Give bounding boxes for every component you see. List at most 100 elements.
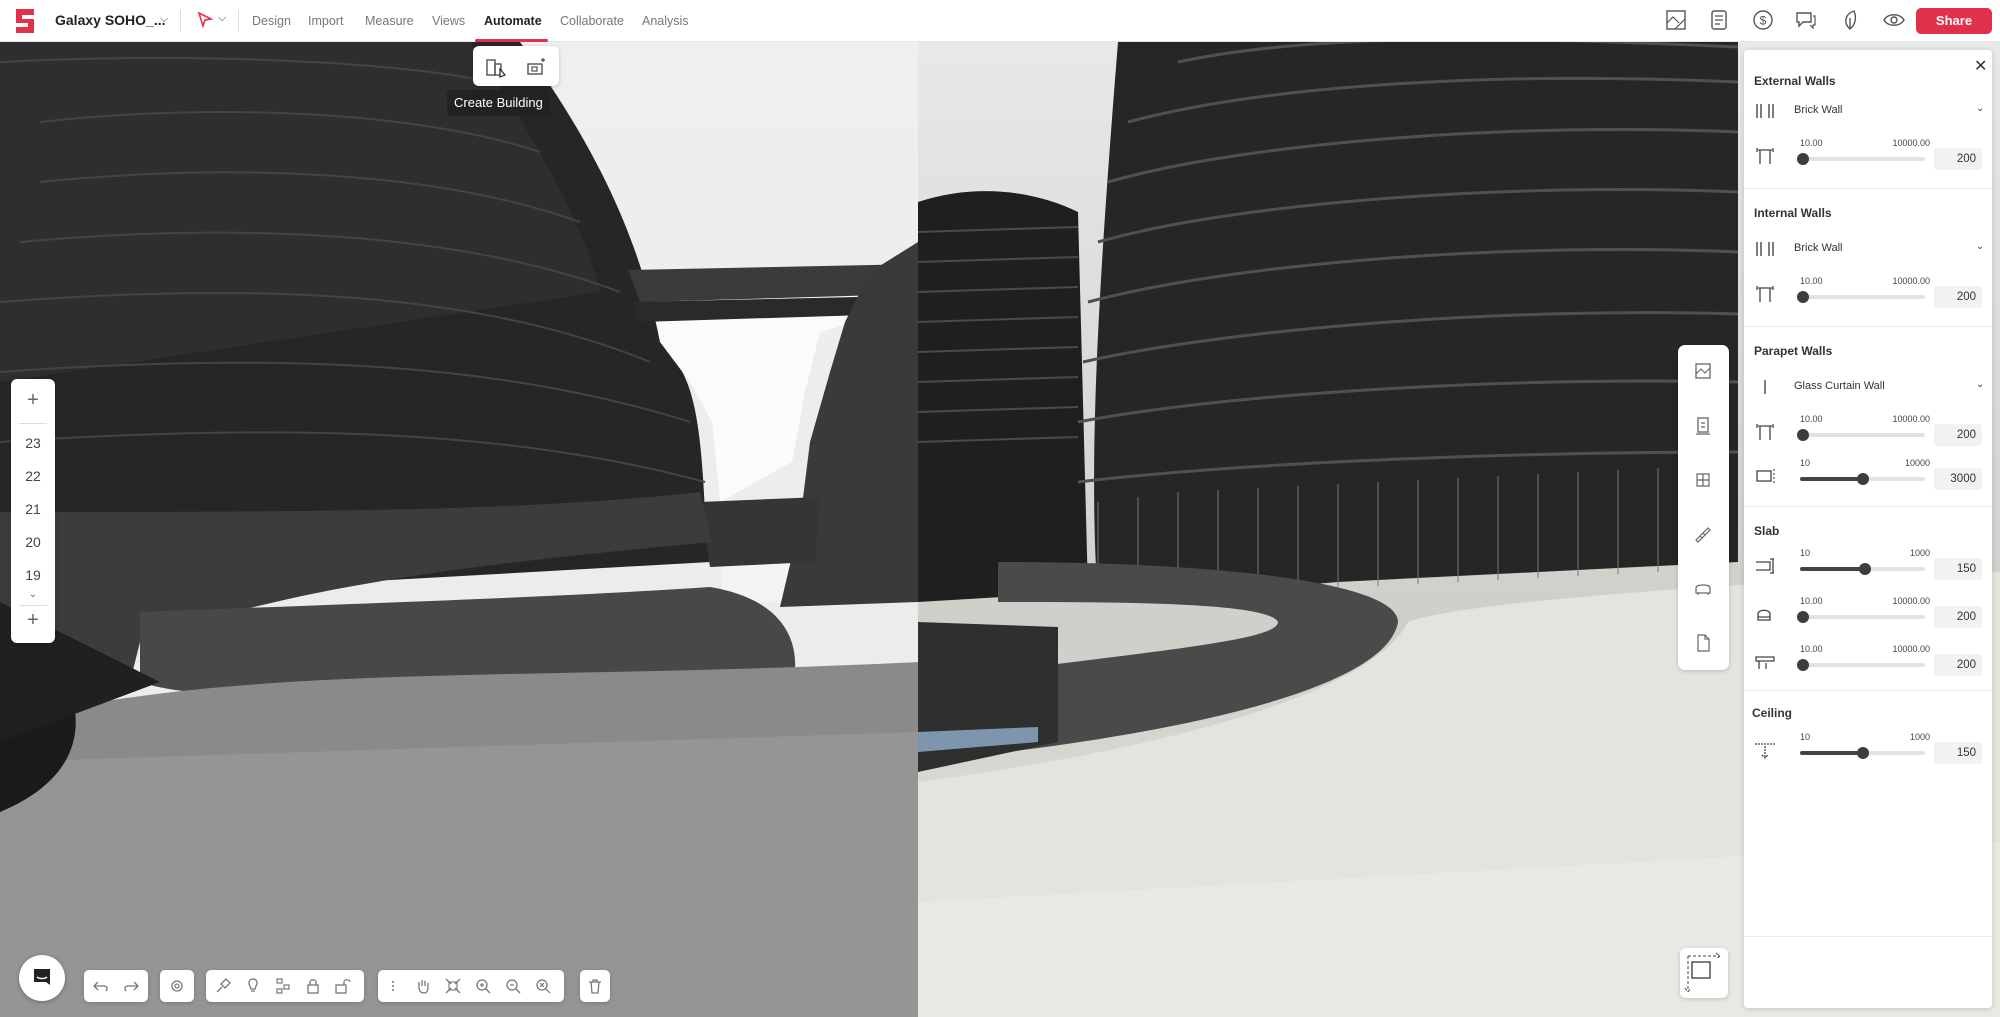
- viewport-left[interactable]: [0, 42, 918, 1017]
- comments-icon[interactable]: [1794, 8, 1818, 32]
- floor-level-20[interactable]: 20: [11, 534, 55, 550]
- slider-track[interactable]: [1800, 563, 1925, 575]
- viewport-split-button[interactable]: [1680, 948, 1728, 998]
- slider-thumb[interactable]: [1859, 563, 1871, 575]
- zoom-extents-icon[interactable]: [534, 977, 552, 995]
- document-icon[interactable]: [1693, 633, 1713, 653]
- view-eye-icon[interactable]: [1882, 8, 1906, 32]
- parapet-walls-thickness-slider[interactable]: 10.00 10000.00 200: [1752, 414, 1988, 446]
- menu-automate[interactable]: Automate: [484, 14, 542, 28]
- slider-track[interactable]: [1796, 153, 1925, 165]
- external-walls-thickness-input[interactable]: 200: [1934, 148, 1982, 170]
- menu-analysis[interactable]: Analysis: [642, 14, 689, 28]
- select-chevron-down-icon[interactable]: ⌵: [218, 12, 226, 25]
- external-walls-type-label: Brick Wall: [1794, 104, 1843, 116]
- share-button[interactable]: Share: [1916, 8, 1992, 34]
- snaptrude-logo-icon[interactable]: [12, 7, 38, 35]
- ceiling-title: Ceiling: [1752, 706, 1793, 720]
- schedule-icon[interactable]: [1707, 8, 1731, 32]
- furniture-icon[interactable]: [1693, 579, 1713, 599]
- internal-walls-type-select[interactable]: Brick Wall ⌄: [1754, 238, 1984, 260]
- unlock-icon[interactable]: [334, 977, 352, 995]
- slider-thumb[interactable]: [1796, 291, 1809, 303]
- slider-track[interactable]: [1796, 429, 1925, 441]
- site-plan-icon[interactable]: [1664, 8, 1688, 32]
- pan-icon[interactable]: [414, 977, 432, 995]
- floor-level-22[interactable]: 22: [11, 468, 55, 484]
- slider-thumb[interactable]: [1856, 747, 1869, 759]
- hierarchy-icon[interactable]: [274, 977, 292, 995]
- menu-design[interactable]: Design: [252, 14, 291, 28]
- internal-walls-thickness-input[interactable]: 200: [1934, 286, 1982, 308]
- delete-toolbar: [580, 970, 610, 1002]
- fit-icon[interactable]: [444, 977, 462, 995]
- top-bar: Galaxy SOHO_... ⌵ ⌵ Design Import Measur…: [0, 0, 2000, 42]
- svg-text:$: $: [1760, 14, 1767, 28]
- undo-icon[interactable]: [92, 977, 110, 995]
- menu-views[interactable]: Views: [432, 14, 465, 28]
- project-chevron-down-icon[interactable]: ⌵: [160, 13, 168, 26]
- slider-thumb[interactable]: [1796, 429, 1809, 441]
- slider-thumb[interactable]: [1796, 611, 1809, 623]
- zoom-out-icon[interactable]: [504, 977, 522, 995]
- ceiling-height-slider[interactable]: 10 1000 150: [1752, 732, 1988, 764]
- grid-icon[interactable]: [1693, 470, 1713, 490]
- internal-walls-thickness-slider[interactable]: 10.00 10000.00 200: [1752, 276, 1988, 308]
- parapet-walls-thickness-input[interactable]: 200: [1934, 424, 1982, 446]
- view-tools-toolbar: [1678, 345, 1729, 670]
- create-building-icon[interactable]: [485, 56, 507, 78]
- slider-min: 10.00: [1800, 138, 1823, 148]
- divider: [19, 423, 47, 424]
- elevator-icon[interactable]: [1693, 416, 1713, 436]
- floors-scroll-chevron-down-icon[interactable]: ⌄: [11, 589, 55, 600]
- parapet-walls-height-input[interactable]: 3000: [1934, 468, 1982, 490]
- properties-panel: ✕ External Walls Brick Wall ⌄ 10.00 1000…: [1744, 50, 1992, 1008]
- cost-icon[interactable]: $: [1751, 8, 1775, 32]
- slider-thumb[interactable]: [1796, 153, 1809, 165]
- slab-offset-b-input[interactable]: 200: [1934, 654, 1982, 676]
- slider-track[interactable]: [1796, 291, 1925, 303]
- slider-track[interactable]: [1796, 659, 1925, 671]
- floor-level-23[interactable]: 23: [11, 435, 55, 451]
- menu-import[interactable]: Import: [308, 14, 343, 28]
- slider-thumb[interactable]: [1856, 473, 1869, 485]
- chat-support-button[interactable]: [19, 955, 65, 1001]
- lock-icon[interactable]: [304, 977, 322, 995]
- more-icon[interactable]: [384, 977, 402, 995]
- floor-level-19[interactable]: 19: [11, 567, 55, 583]
- settings-icon[interactable]: [168, 977, 186, 995]
- internal-walls-type-label: Brick Wall: [1794, 242, 1843, 254]
- zoom-in-icon[interactable]: [474, 977, 492, 995]
- paint-icon[interactable]: [214, 977, 232, 995]
- sustainability-icon[interactable]: [1838, 8, 1862, 32]
- generate-building-icon[interactable]: [525, 56, 547, 78]
- slider-thumb[interactable]: [1796, 659, 1809, 671]
- image-icon[interactable]: [1693, 361, 1713, 381]
- close-panel-icon[interactable]: ✕: [1974, 56, 1987, 76]
- slider-track[interactable]: [1800, 473, 1925, 485]
- redo-icon[interactable]: [122, 977, 140, 995]
- slab-depth-input[interactable]: 150: [1934, 558, 1982, 580]
- measure-tape-icon[interactable]: [1693, 525, 1713, 545]
- floor-level-21[interactable]: 21: [11, 501, 55, 517]
- parapet-walls-height-slider[interactable]: 10 10000 3000: [1752, 458, 1988, 490]
- external-walls-type-select[interactable]: Brick Wall ⌄: [1754, 100, 1984, 122]
- add-floor-above-button[interactable]: +: [11, 389, 55, 412]
- slab-offset-a-slider[interactable]: 10.00 10000.00 200: [1752, 596, 1988, 628]
- select-cursor-icon[interactable]: [196, 11, 214, 29]
- slider-track[interactable]: [1800, 747, 1925, 759]
- light-icon[interactable]: [244, 977, 262, 995]
- slab-offset-a-input[interactable]: 200: [1934, 606, 1982, 628]
- add-floor-below-button[interactable]: +: [11, 609, 55, 632]
- parapet-walls-type-select[interactable]: Glass Curtain Wall ⌄: [1754, 376, 1984, 398]
- slider-track[interactable]: [1796, 611, 1925, 623]
- project-name[interactable]: Galaxy SOHO_...: [55, 12, 166, 28]
- menu-measure[interactable]: Measure: [365, 14, 414, 28]
- ceiling-height-icon: [1755, 743, 1775, 759]
- slab-depth-slider[interactable]: 10 1000 150: [1752, 548, 1988, 580]
- slab-offset-b-slider[interactable]: 10.00 10000.00 200: [1752, 644, 1988, 676]
- external-walls-thickness-slider[interactable]: 10.00 10000.00 200: [1752, 138, 1988, 170]
- ceiling-height-input[interactable]: 150: [1934, 742, 1982, 764]
- menu-collaborate[interactable]: Collaborate: [560, 14, 624, 28]
- delete-icon[interactable]: [586, 977, 604, 995]
